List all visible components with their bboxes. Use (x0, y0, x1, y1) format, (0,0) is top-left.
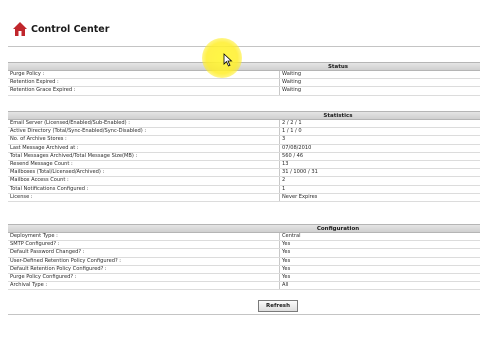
home-icon[interactable] (12, 21, 28, 37)
row-label: Resend Message Count : (8, 160, 280, 169)
footer-divider (8, 314, 480, 315)
table-row: User-Defined Retention Policy Configured… (8, 257, 480, 266)
row-value: 2 / 2 / 1 (282, 120, 302, 126)
row-value: Never Expires (282, 193, 318, 200)
row-value: All (282, 282, 289, 289)
row-label: User-Defined Retention Policy Configured… (8, 257, 280, 265)
cursor-highlight (202, 38, 242, 78)
table-row: Purge Policy Configured? : Yes (8, 273, 480, 283)
table-row: SMTP Configured? : Yes (8, 241, 480, 250)
row-label: License : (8, 193, 280, 201)
row-label: Purge Policy Configured? : (8, 273, 280, 282)
status-heading: Status (8, 63, 480, 71)
page-header: Control Center (12, 20, 109, 38)
row-value: 07/08/2010 (282, 144, 312, 151)
table-row: Active Directory (Total/Sync-Enabled/Syn… (8, 128, 480, 137)
row-label: Total Messages Archived/Total Message Si… (8, 152, 280, 160)
row-value: Yes (282, 257, 291, 264)
row-value: 31 / 1000 / 31 (282, 169, 318, 176)
table-row: Email Server (Licensed/Enabled/Sub-Enabl… (8, 120, 480, 129)
table-row: Resend Message Count :13 (8, 160, 480, 170)
row-value: Central (282, 233, 301, 239)
table-row: Retention Grace Expired : Waiting (8, 87, 480, 96)
table-row: Purge Policy : Waiting (8, 71, 480, 80)
configuration-heading: Configuration (8, 225, 480, 233)
row-label: Deployment Type : (8, 233, 280, 241)
row-label: Last Message Archived at : (8, 144, 280, 152)
table-row: Deployment Type : Central (8, 233, 480, 242)
row-value: 3 (282, 136, 286, 143)
statistics-heading: Statistics (8, 112, 480, 120)
row-value: Yes (282, 273, 291, 280)
mouse-pointer-icon (223, 53, 233, 67)
row-value: Yes (282, 241, 291, 248)
statistics-section: Statistics Email Server (Licensed/Enable… (8, 111, 480, 202)
table-row: No. of Archive Stores :3 (8, 136, 480, 145)
table-row: Mailbox Access Count :2 (8, 177, 480, 186)
status-section: Status Purge Policy : Waiting Retention Ex… (8, 62, 480, 96)
table-row: License : Never Expires (8, 193, 480, 202)
row-value: Yes (282, 249, 291, 256)
row-value: 1 (282, 185, 286, 192)
row-label: Mailboxes (Total/Licensed/Archived) : (8, 169, 280, 177)
table-row: Total Notifications Configured :1 (8, 185, 480, 194)
row-value: 1 / 1 / 0 (282, 128, 302, 135)
row-label: SMTP Configured? : (8, 241, 280, 249)
header-divider (8, 46, 480, 47)
configuration-section: Configuration Deployment Type : Central SM… (8, 224, 480, 291)
table-row: Default Password Changed? : Yes (8, 249, 480, 258)
row-label: Default Retention Policy Configured? : (8, 265, 280, 273)
row-value: Waiting (282, 87, 302, 94)
row-value: Waiting (282, 71, 302, 77)
refresh-button[interactable]: Refresh (258, 300, 298, 312)
row-label: No. of Archive Stores : (8, 136, 280, 144)
row-value: 2 (282, 177, 286, 184)
table-row: Retention Expired : Waiting (8, 79, 480, 88)
row-label: Mailbox Access Count : (8, 177, 280, 185)
table-row: Last Message Archived at :07/08/2010 (8, 144, 480, 153)
table-row: Default Retention Policy Configured? : Ye… (8, 265, 480, 274)
row-label: Retention Expired : (8, 79, 280, 87)
table-row: Mailboxes (Total/Licensed/Archived) :31 … (8, 169, 480, 178)
row-label: Purge Policy : (8, 71, 280, 79)
row-value: 560 / 46 (282, 152, 304, 159)
row-value: Waiting (282, 79, 302, 86)
page-title: Control Center (31, 23, 110, 35)
row-value: Yes (282, 265, 291, 272)
row-label: Total Notifications Configured : (8, 185, 280, 193)
row-label: Archival Type : (8, 282, 280, 290)
row-label: Email Server (Licensed/Enabled/Sub-Enabl… (8, 120, 280, 128)
row-label: Default Password Changed? : (8, 249, 280, 257)
table-row: Archival Type : All (8, 282, 480, 291)
table-row: Total Messages Archived/Total Message Si… (8, 152, 480, 161)
row-label: Active Directory (Total/Sync-Enabled/Syn… (8, 128, 280, 136)
row-value: 13 (282, 160, 289, 167)
row-label: Retention Grace Expired : (8, 87, 280, 95)
